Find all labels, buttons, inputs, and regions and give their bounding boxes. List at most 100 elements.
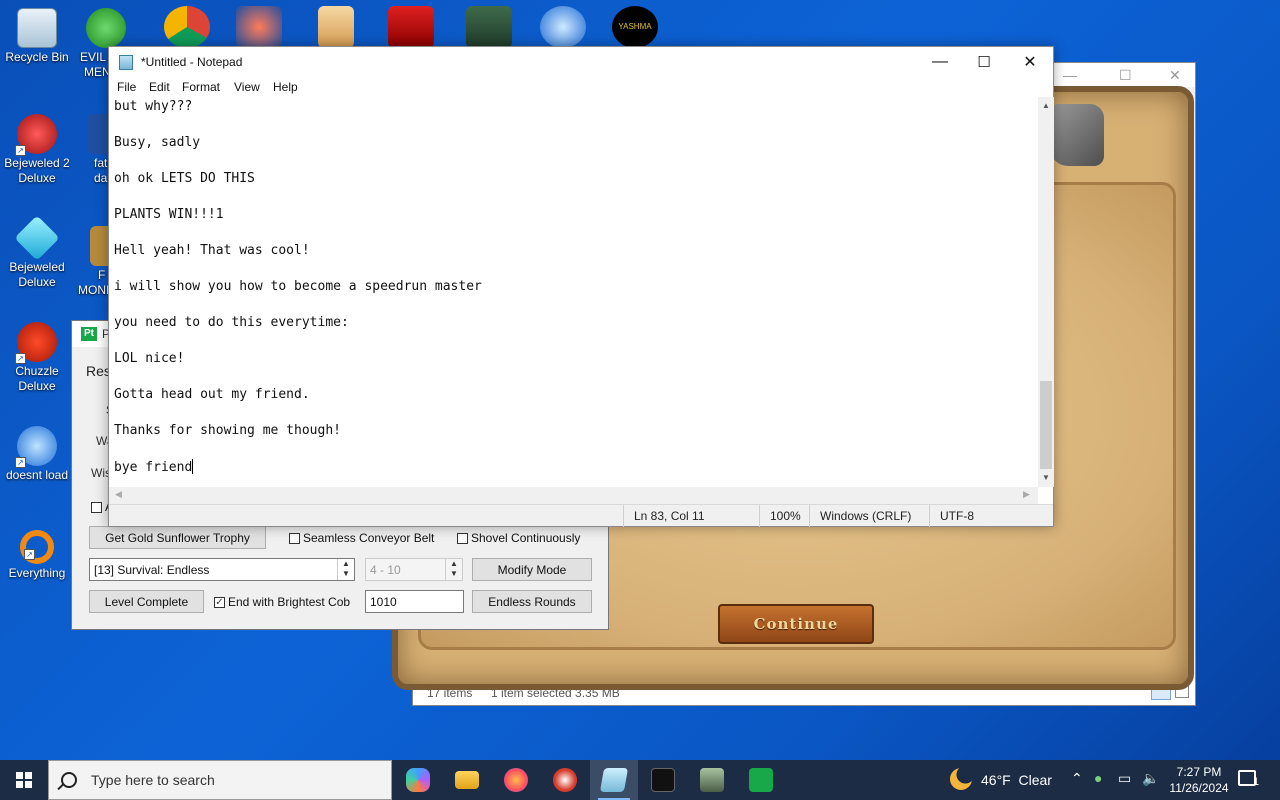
text-line: oh ok LETS DO THIS bbox=[114, 171, 255, 186]
folder-icon bbox=[455, 771, 479, 789]
window-title: *Untitled - Notepad bbox=[141, 55, 243, 69]
copilot-icon bbox=[406, 768, 430, 792]
rounds-input[interactable]: 1010 bbox=[365, 590, 464, 613]
start-button[interactable] bbox=[0, 760, 48, 800]
text-line: bye friend bbox=[114, 460, 193, 475]
taskbar-firefox[interactable] bbox=[492, 760, 540, 800]
game-icon[interactable] bbox=[466, 6, 512, 48]
close-icon[interactable]: ✕ bbox=[1169, 67, 1181, 84]
menu-file[interactable]: File bbox=[117, 80, 136, 94]
bejeweled-2-icon: ↗ bbox=[15, 114, 57, 156]
text-line: PLANTS WIN!!!1 bbox=[114, 207, 224, 222]
notification-count: 1 bbox=[1253, 776, 1260, 788]
level-complete-button[interactable]: Level Complete bbox=[89, 590, 204, 613]
thunderbird-icon[interactable] bbox=[540, 6, 586, 48]
desktop-icon-bejeweled-2[interactable]: ↗ Bejeweled 2 Deluxe bbox=[1, 114, 73, 186]
mode-select[interactable]: [13] Survival: Endless ▲ ▼ bbox=[89, 558, 355, 581]
level-select-value: 4 - 10 bbox=[370, 563, 401, 577]
scroll-left-icon[interactable]: ◀ bbox=[115, 489, 122, 500]
desktop-icon-label: Bejeweled Deluxe bbox=[9, 260, 65, 289]
taskbar-file-explorer[interactable] bbox=[443, 760, 491, 800]
desktop-icon-label: F bbox=[98, 268, 106, 282]
desktop-icon-everything[interactable]: ↗ Everything bbox=[1, 530, 73, 581]
modify-mode-button[interactable]: Modify Mode bbox=[472, 558, 592, 581]
maximize-button[interactable]: ☐ bbox=[961, 47, 1007, 77]
text-line: Busy, sadly bbox=[114, 135, 201, 150]
text-line: LOL nice! bbox=[114, 351, 185, 366]
menu-view[interactable]: View bbox=[234, 80, 260, 94]
maximize-icon[interactable]: ☐ bbox=[1119, 67, 1132, 84]
scroll-up-icon[interactable]: ▲ bbox=[1038, 101, 1054, 110]
thunderbird-icon: ↗ bbox=[15, 426, 57, 468]
desktop-icon-label: Everything bbox=[8, 566, 66, 580]
horizontal-scrollbar[interactable]: ◀ ▶ bbox=[109, 487, 1038, 504]
taskbar-terminal[interactable] bbox=[639, 760, 687, 800]
scroll-right-icon[interactable]: ▶ bbox=[1023, 489, 1030, 500]
taskbar-pvz[interactable] bbox=[541, 760, 589, 800]
vertical-scrollbar[interactable]: ▲ ▼ bbox=[1038, 97, 1054, 487]
volume-icon[interactable]: 🔈 bbox=[1142, 770, 1159, 787]
people-icon[interactable]: ● bbox=[1094, 770, 1102, 786]
cursor-position: Ln 83, Col 11 bbox=[623, 505, 759, 527]
taskbar-notepad[interactable] bbox=[590, 760, 638, 800]
chrome-icon[interactable] bbox=[164, 6, 210, 48]
notepad-title-bar[interactable]: *Untitled - Notepad — ☐ ✕ bbox=[109, 47, 1053, 77]
chuzzle-icon: ↗ bbox=[15, 322, 57, 364]
taskbar: Type here to search 46°F Clear ⌃ ● ▭ 🔈 7… bbox=[0, 760, 1280, 800]
menu-help[interactable]: Help bbox=[273, 80, 298, 94]
flash-icon[interactable] bbox=[388, 6, 434, 48]
level-select[interactable]: 4 - 10 ▲ ▼ bbox=[365, 558, 463, 581]
document-icon[interactable] bbox=[318, 6, 354, 48]
desktop-icon-label: doesnt load bbox=[5, 468, 69, 482]
spinner-icon[interactable]: ▲ ▼ bbox=[337, 559, 354, 580]
notepad-window[interactable]: *Untitled - Notepad — ☐ ✕ File Edit Form… bbox=[108, 46, 1054, 527]
desktop-icon-f-moni[interactable]: F MONI bbox=[76, 226, 114, 298]
notepad-icon bbox=[599, 768, 629, 792]
minimize-button[interactable]: — bbox=[917, 47, 963, 77]
encoding: UTF-8 bbox=[929, 505, 1039, 527]
line-ending: Windows (CRLF) bbox=[809, 505, 929, 527]
taskbar-game[interactable] bbox=[688, 760, 736, 800]
recycle-bin-icon bbox=[17, 8, 57, 48]
desktop-icon-bejeweled[interactable]: Bejeweled Deluxe bbox=[1, 215, 73, 290]
desktop-icon-doesnt-load[interactable]: ↗ doesnt load bbox=[1, 426, 73, 483]
desktop-icon-chuzzle[interactable]: ↗ Chuzzle Deluxe bbox=[1, 322, 73, 394]
brightest-cob-checkbox[interactable]: ✓ End with Brightest Cob bbox=[214, 594, 350, 610]
windows-logo-icon bbox=[16, 772, 32, 788]
scroll-thumb[interactable] bbox=[1040, 381, 1052, 469]
desktop-icon-recycle-bin[interactable]: Recycle Bin bbox=[1, 8, 73, 65]
text-line: i will show you how to become a speedrun… bbox=[114, 279, 482, 294]
weather-text[interactable]: 46°F Clear bbox=[981, 772, 1052, 788]
terminal-icon bbox=[651, 768, 675, 792]
network-icon[interactable]: ▭ bbox=[1118, 770, 1131, 787]
spinner-icon[interactable]: ▲ ▼ bbox=[445, 559, 462, 580]
zombie-icon bbox=[700, 768, 724, 792]
taskbar-search-box[interactable]: Type here to search bbox=[48, 760, 392, 800]
pvz-icon bbox=[553, 768, 577, 792]
taskbar-trainer[interactable] bbox=[737, 760, 785, 800]
menu-format[interactable]: Format bbox=[182, 80, 220, 94]
continue-button[interactable]: Continue bbox=[718, 604, 874, 644]
desktop-icon-label: Chuzzle Deluxe bbox=[15, 364, 59, 393]
clock-date: 11/26/2024 bbox=[1169, 781, 1229, 795]
clock[interactable]: 7:27 PM 11/26/2024 bbox=[1164, 764, 1234, 796]
text-editor[interactable]: but why??? Busy, sadly oh ok LETS DO THI… bbox=[109, 97, 1038, 535]
text-line: you need to do this everytime: bbox=[114, 315, 349, 330]
search-placeholder: Type here to search bbox=[91, 772, 215, 788]
status-bar: Ln 83, Col 11 100% Windows (CRLF) UTF-8 bbox=[109, 504, 1053, 527]
minimize-icon[interactable]: — bbox=[1063, 67, 1077, 83]
taskbar-copilot[interactable] bbox=[394, 760, 442, 800]
menu-bar: File Edit Format View Help bbox=[109, 77, 1053, 97]
pvz-icon[interactable] bbox=[236, 6, 282, 48]
firefox-icon bbox=[504, 768, 528, 792]
mode-select-value: [13] Survival: Endless bbox=[94, 563, 210, 577]
weather-icon[interactable] bbox=[950, 768, 972, 790]
yashma-icon[interactable]: YASHMA bbox=[612, 6, 658, 48]
menu-edit[interactable]: Edit bbox=[149, 80, 170, 94]
endless-rounds-button[interactable]: Endless Rounds bbox=[472, 590, 592, 613]
notepad-icon bbox=[119, 55, 133, 70]
scroll-down-icon[interactable]: ▼ bbox=[1038, 473, 1054, 482]
close-button[interactable]: ✕ bbox=[1007, 47, 1053, 77]
text-line: but why??? bbox=[114, 99, 193, 114]
chevron-up-icon[interactable]: ⌃ bbox=[1071, 770, 1083, 787]
